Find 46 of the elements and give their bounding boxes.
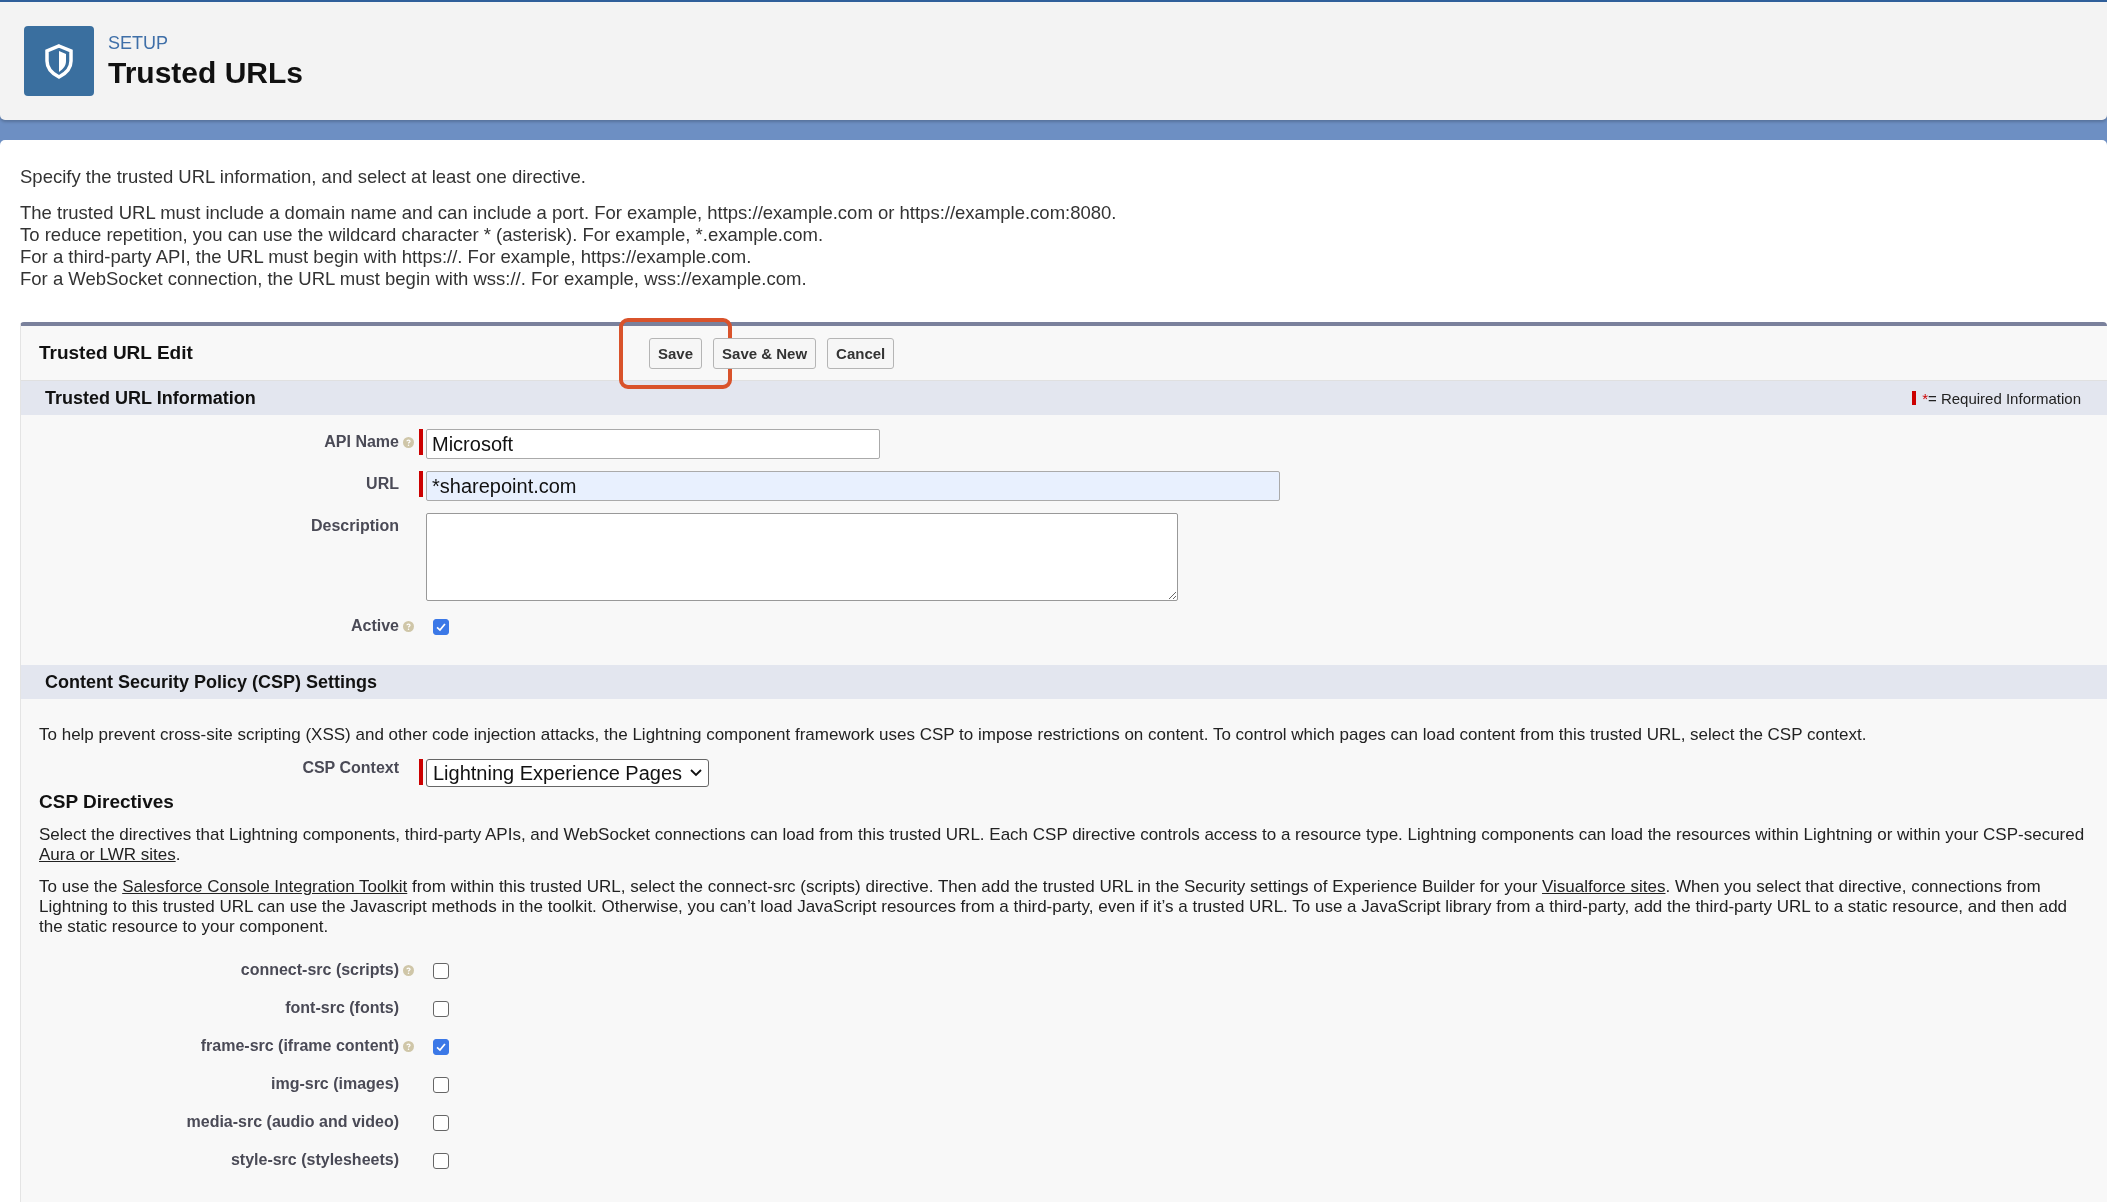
form-title: Trusted URL Edit bbox=[38, 342, 194, 364]
checkbox[interactable] bbox=[433, 619, 449, 635]
field-label: URL bbox=[366, 475, 399, 493]
description-field[interactable] bbox=[426, 513, 1178, 601]
field-label: Active bbox=[350, 617, 399, 635]
csp-description: To help prevent cross-site scripting (XSS) and other code injection attacks, the Lightning component framework uses CSP to impose restrictions on content. To control which pages can load content from this trusted URL, select the CSP context. bbox=[38, 725, 1868, 745]
shield-icon bbox=[24, 26, 94, 96]
directive-label: frame-src (iframe content) bbox=[200, 1037, 399, 1055]
checkbox[interactable] bbox=[433, 1115, 449, 1131]
checkbox[interactable] bbox=[433, 1153, 449, 1169]
checkbox[interactable] bbox=[433, 963, 449, 979]
required-legend: *= Required Information bbox=[1922, 389, 2081, 407]
intro-text: Specify the trusted URL information, and select at least one directive. bbox=[20, 166, 587, 188]
field-label: API Name bbox=[324, 433, 399, 451]
field-label: CSP Context bbox=[302, 759, 399, 777]
page-title: Trusted URLs bbox=[108, 55, 304, 90]
help-link[interactable]: Visualforce sites bbox=[1542, 877, 1666, 896]
intro-line: To reduce repetition, you can use the wildcard character * (asterisk). For example, *.example.com. bbox=[20, 224, 825, 246]
form-button[interactable]: Save & New bbox=[713, 337, 817, 369]
directive-label: style-src (stylesheets) bbox=[230, 1151, 399, 1169]
help-link[interactable]: Aura or LWR sites bbox=[39, 845, 176, 864]
checkbox[interactable] bbox=[433, 1039, 449, 1055]
directives-paragraph: To use the Salesforce Console Integration Toolkit from within this trusted URL, select the connect-src (scripts) directive. Then add the trusted URL in the Security settings of Experience Builder for your Visualforce sites. When you select that directive, connections from Lightning to this trusted URL can use the Javascript methods in the toolkit. Otherwise, you can’t load JavaScript resources from a third-party, even if it’s a trusted URL. To use a JavaScript library from a third-party, add the third-party URL to a static resource, and then add the static resource to your component. bbox=[38, 877, 2069, 937]
intro-line: For a third-party API, the URL must begin with https://. For example, https://example.com. bbox=[20, 246, 753, 268]
directive-label: media-src (audio and video) bbox=[186, 1113, 399, 1131]
directive-label: img-src (images) bbox=[270, 1075, 399, 1093]
checkbox[interactable] bbox=[433, 1001, 449, 1017]
intro-line: For a WebSocket connection, the URL must begin with wss://. For example, wss://example.com. bbox=[20, 268, 808, 290]
help-link[interactable]: Salesforce Console Integration Toolkit bbox=[122, 877, 408, 896]
form-button[interactable]: Cancel bbox=[827, 337, 895, 369]
csp-context-select[interactable]: Lightning Experience Pages bbox=[426, 759, 710, 787]
breadcrumb-label: SETUP bbox=[108, 32, 169, 54]
directive-label: connect-src (scripts) bbox=[240, 961, 399, 979]
section-heading: CSP Directives bbox=[38, 791, 175, 813]
form-button[interactable]: Save bbox=[649, 337, 703, 369]
section-title: Content Security Policy (CSP) Settings bbox=[45, 671, 378, 693]
text-field[interactable]: *sharepoint.com bbox=[426, 471, 1280, 501]
text-field[interactable]: Microsoft bbox=[426, 429, 880, 459]
intro-line: The trusted URL must include a domain name and can include a port. For example, https://example.com or https://example.com:8080. bbox=[20, 202, 1118, 224]
directives-paragraph: Select the directives that Lightning components, third-party APIs, and WebSocket connections can load from this trusted URL. Each CSP directive controls access to a resource type. Lightning components can load the resources within Lightning or within your CSP-secured Aura or LWR sites. bbox=[38, 825, 2086, 865]
chevron-icon bbox=[690, 769, 703, 777]
field-label: Description bbox=[311, 517, 399, 535]
checkbox[interactable] bbox=[433, 1077, 449, 1093]
section-title: Trusted URL Information bbox=[45, 387, 256, 409]
directive-label: font-src (fonts) bbox=[285, 999, 399, 1017]
required-marker bbox=[1912, 391, 1917, 405]
